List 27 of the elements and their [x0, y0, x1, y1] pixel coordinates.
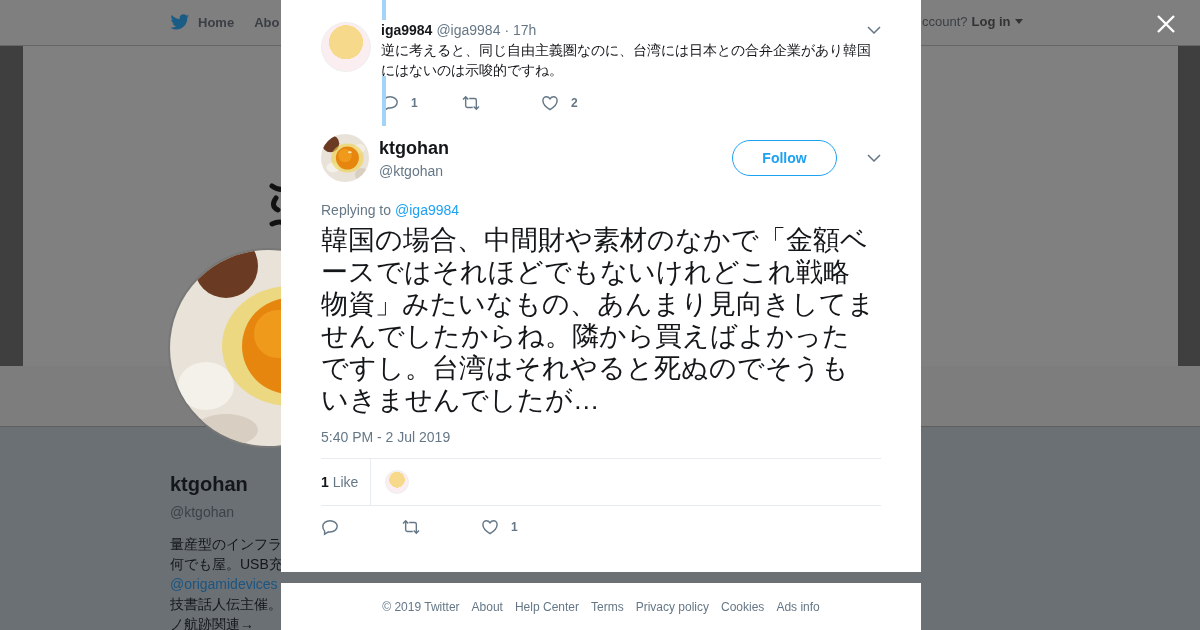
account-prompt: ccount?	[922, 14, 968, 29]
nav-link[interactable]: Abo	[254, 15, 280, 30]
footer-link[interactable]: Help Center	[514, 599, 579, 614]
bird-icon	[170, 14, 190, 31]
footer-link[interactable]: About	[471, 599, 503, 614]
footer-link[interactable]: Privacy policy	[635, 599, 709, 614]
profile-name: ktgohan	[170, 473, 248, 496]
user-handle: @iga9984	[436, 22, 501, 38]
bio-text: 量産型のインフラ	[170, 535, 282, 554]
nav-link[interactable]: Home	[170, 14, 235, 31]
footer-link[interactable]: Cookies	[721, 599, 765, 614]
tweet-time: · 17h	[504, 22, 537, 38]
footer-link[interactable]: Ads info	[776, 599, 820, 614]
heart-icon[interactable]	[481, 519, 499, 535]
bio-text: 技書話人伝主催。	[170, 595, 282, 614]
retweet-icon[interactable]	[401, 519, 421, 535]
likes-stat[interactable]: 1 Like	[321, 459, 372, 505]
user-name[interactable]: iga9984	[381, 22, 433, 38]
footer-link[interactable]: Terms	[591, 599, 624, 614]
reply-icon[interactable]	[321, 518, 339, 536]
close-icon[interactable]	[1157, 15, 1175, 33]
chevron-down-icon[interactable]	[867, 26, 881, 34]
caret-icon[interactable]	[1014, 19, 1023, 24]
tweet-time: 5:40 PM - 2 Jul 2019	[321, 429, 452, 445]
login-link[interactable]: Log in	[971, 14, 1011, 29]
footer-link[interactable]: © 2019 Twitter	[382, 599, 460, 614]
like-count: 1	[511, 520, 518, 534]
